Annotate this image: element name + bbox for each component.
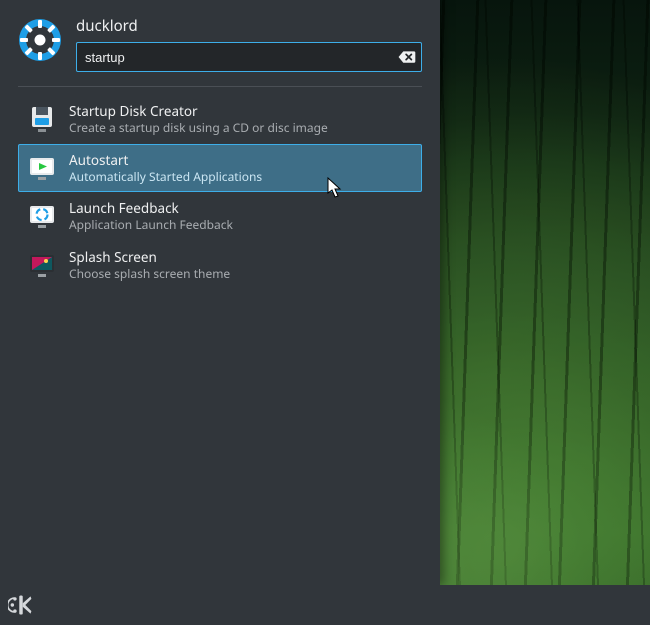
autostart-icon: [27, 153, 57, 183]
launcher-header: ducklord: [18, 14, 422, 72]
startup-disk-icon: [27, 104, 57, 134]
search-results-list: Startup Disk Creator Create a startup di…: [18, 95, 422, 289]
result-title: Startup Disk Creator: [69, 103, 328, 119]
kubuntu-gear-icon: [18, 18, 62, 62]
result-desc: Automatically Started Applications: [69, 170, 262, 184]
result-title: Splash Screen: [69, 249, 230, 265]
application-launcher-panel: ducklord: [0, 0, 440, 585]
launch-feedback-icon: [27, 201, 57, 231]
result-desc: Create a startup disk using a CD or disc…: [69, 121, 328, 135]
taskbar: [0, 585, 650, 625]
search-field-wrap[interactable]: [76, 42, 422, 72]
result-desc: Application Launch Feedback: [69, 218, 233, 232]
result-desc: Choose splash screen theme: [69, 267, 230, 281]
backspace-clear-icon: [398, 50, 416, 64]
application-launcher-button[interactable]: [6, 590, 36, 620]
clear-search-button[interactable]: [397, 47, 417, 67]
result-splash-screen[interactable]: Splash Screen Choose splash screen theme: [18, 241, 422, 290]
result-startup-disk-creator[interactable]: Startup Disk Creator Create a startup di…: [18, 95, 422, 144]
username-label: ducklord: [76, 16, 422, 36]
search-input[interactable]: [77, 43, 397, 71]
kde-logo-icon: [8, 592, 34, 618]
result-title: Launch Feedback: [69, 200, 233, 216]
result-launch-feedback[interactable]: Launch Feedback Application Launch Feedb…: [18, 192, 422, 241]
result-autostart[interactable]: Autostart Automatically Started Applicat…: [18, 144, 422, 193]
header-divider: [18, 86, 422, 87]
splash-screen-icon: [27, 250, 57, 280]
result-title: Autostart: [69, 152, 262, 168]
